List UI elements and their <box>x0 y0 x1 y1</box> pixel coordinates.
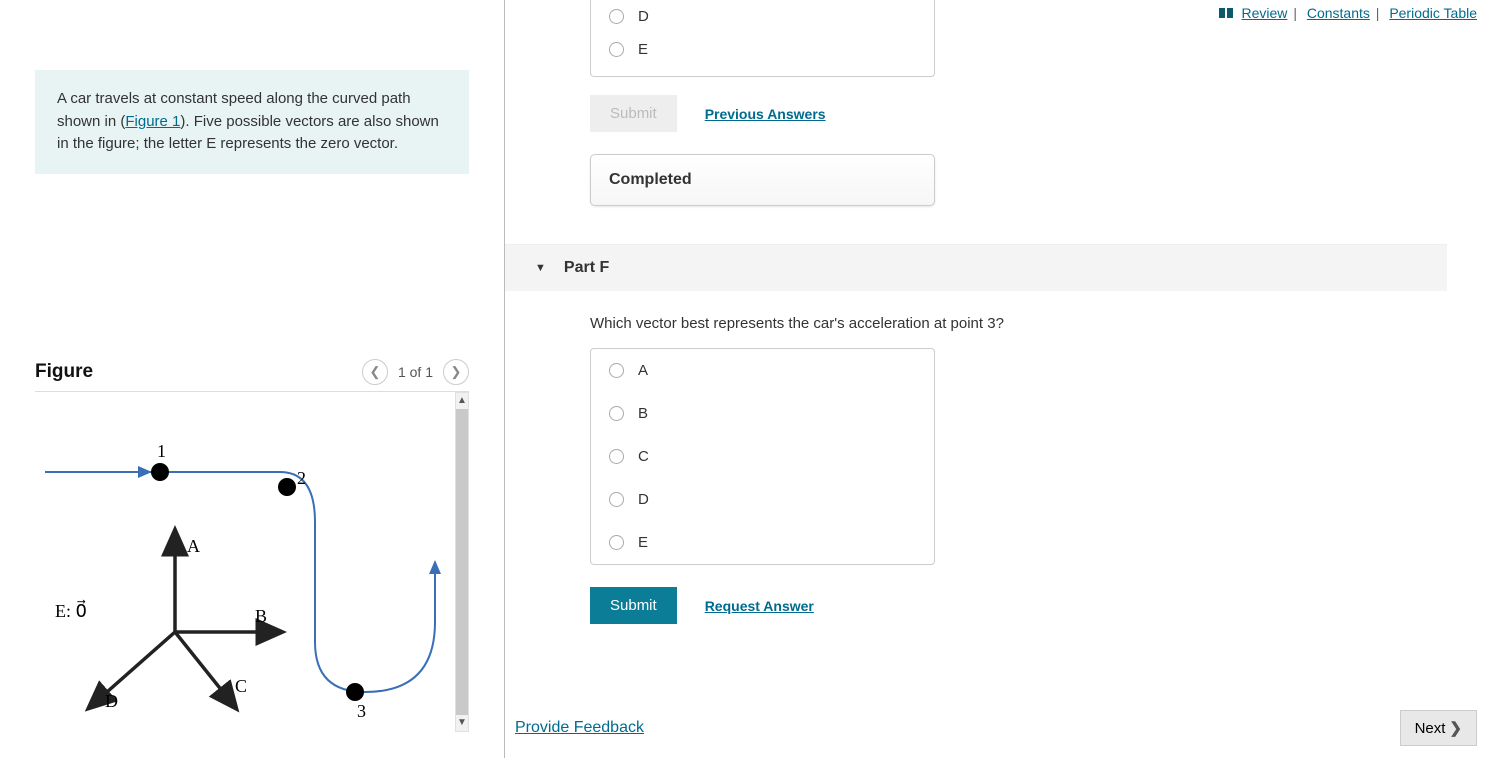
submit-button[interactable]: Submit <box>590 587 677 624</box>
scroll-thumb[interactable] <box>456 409 468 715</box>
radio-icon <box>609 449 624 464</box>
option-label: B <box>638 405 648 422</box>
radio-icon <box>609 492 624 507</box>
option-b[interactable]: B <box>591 392 934 435</box>
option-label: A <box>638 362 648 379</box>
svg-text:C: C <box>235 676 247 696</box>
svg-text:A: A <box>187 536 200 556</box>
prev-option-e[interactable]: E <box>591 33 934 66</box>
request-answer-link[interactable]: Request Answer <box>705 598 814 614</box>
chevron-right-icon: ❯ <box>1449 719 1462 737</box>
svg-text:2: 2 <box>297 468 306 488</box>
previous-answers-link[interactable]: Previous Answers <box>705 106 826 122</box>
figure-scrollbar[interactable]: ▲ ▼ <box>455 392 469 732</box>
next-label: Next <box>1415 720 1446 737</box>
constants-link[interactable]: Constants <box>1307 5 1370 21</box>
option-label: E <box>638 534 648 551</box>
submit-button-disabled: Submit <box>590 95 677 132</box>
option-label: D <box>638 8 649 25</box>
radio-icon <box>609 406 624 421</box>
part-title: Part F <box>564 259 609 277</box>
prev-options-box: D E <box>590 0 935 77</box>
radio-icon <box>609 535 624 550</box>
collapse-icon: ▼ <box>535 262 546 274</box>
svg-text:D: D <box>105 691 118 711</box>
figure-canvas: 1 2 3 A B C D E: 0⃗ <box>35 392 455 732</box>
svg-text:3: 3 <box>357 701 366 721</box>
option-e[interactable]: E <box>591 521 934 564</box>
figure-page-indicator: 1 of 1 <box>398 364 433 380</box>
figure-link[interactable]: Figure 1 <box>125 113 180 130</box>
svg-text:1: 1 <box>157 441 166 461</box>
svg-text:E: 0⃗: E: 0⃗ <box>55 599 87 620</box>
problem-intro: A car travels at constant speed along th… <box>35 70 469 174</box>
next-button[interactable]: Next ❯ <box>1400 710 1477 746</box>
question-text: Which vector best represents the car's a… <box>590 315 1477 332</box>
radio-icon <box>609 9 624 24</box>
top-links: Review | Constants | Periodic Table <box>1218 5 1477 22</box>
option-c[interactable]: C <box>591 435 934 478</box>
completed-box: Completed <box>590 154 935 206</box>
review-link[interactable]: Review <box>1242 5 1288 21</box>
periodic-link[interactable]: Periodic Table <box>1389 5 1477 21</box>
figure-next-button[interactable]: ❯ <box>443 359 469 385</box>
provide-feedback-link[interactable]: Provide Feedback <box>515 719 644 737</box>
option-label: D <box>638 491 649 508</box>
svg-text:B: B <box>255 606 267 626</box>
option-d[interactable]: D <box>591 478 934 521</box>
part-f-header[interactable]: ▼ Part F <box>505 244 1447 291</box>
prev-option-d[interactable]: D <box>591 0 934 33</box>
scroll-down-icon[interactable]: ▼ <box>457 715 467 731</box>
figure-prev-button[interactable]: ❮ <box>362 359 388 385</box>
figure-title: Figure <box>35 361 93 383</box>
option-label: E <box>638 41 648 58</box>
radio-icon <box>609 363 624 378</box>
option-a[interactable]: A <box>591 349 934 392</box>
book-icon <box>1218 6 1234 22</box>
partf-options-box: A B C D E <box>590 348 935 565</box>
scroll-up-icon[interactable]: ▲ <box>457 393 467 409</box>
radio-icon <box>609 42 624 57</box>
option-label: C <box>638 448 649 465</box>
